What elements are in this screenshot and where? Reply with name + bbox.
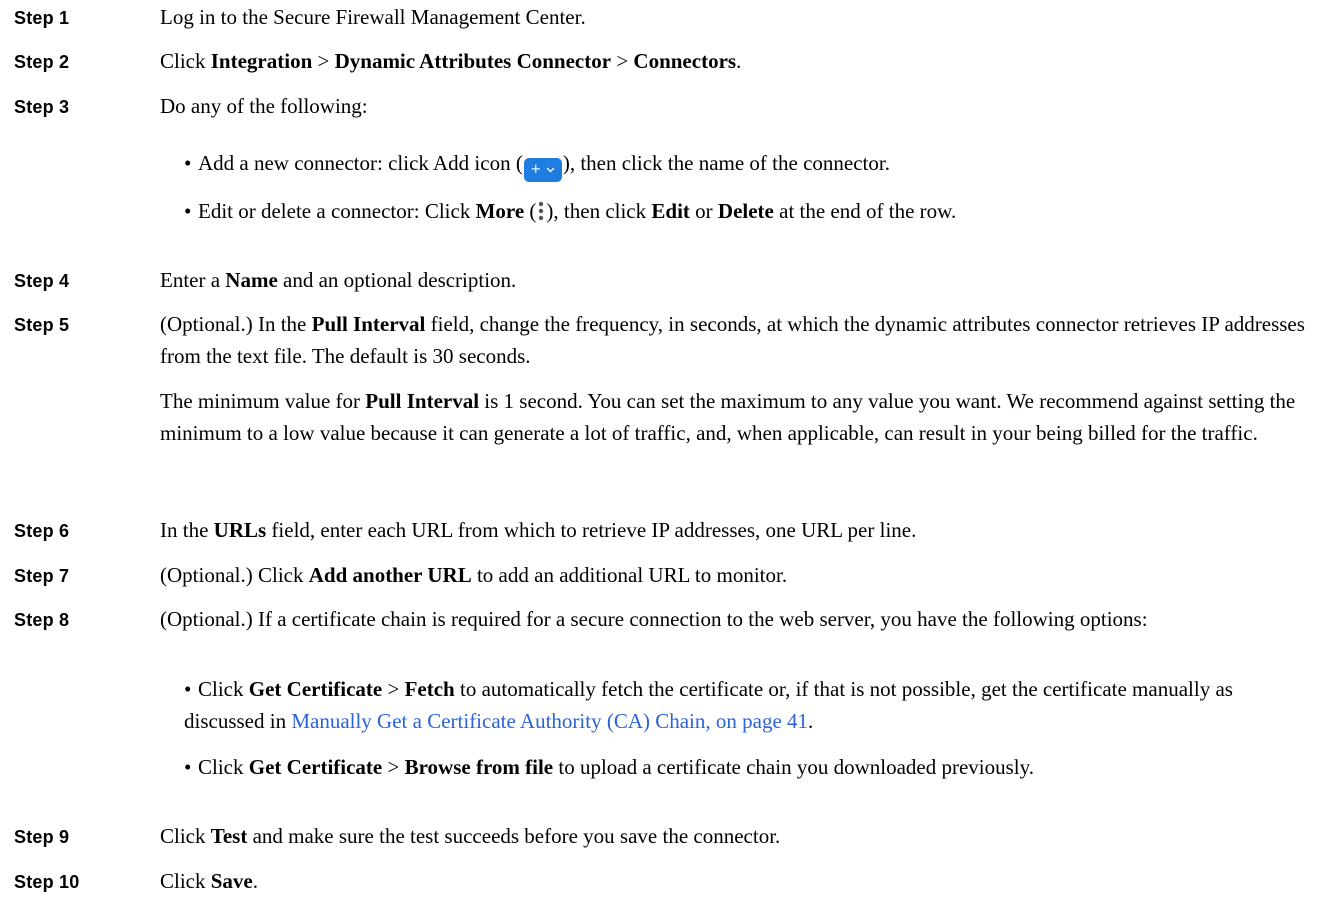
step-5-text: (Optional.) In the Pull Interval field, … [160,312,1305,368]
step-3-text: Do any of the following: [160,94,368,118]
step-9-text: Click Test and make sure the test succee… [160,824,781,848]
procedure-document: Step 1 Log in to the Secure Firewall Man… [0,0,1326,909]
add-dropdown-icon: + [523,157,562,182]
step-1-text: Log in to the Secure Firewall Management… [160,5,586,29]
step-8-bullet-fetch: • Click Get Certificate > Fetch to autom… [184,677,1233,733]
step-9-label: Step 9 [14,827,70,847]
step-6-text: In the URLs field, enter each URL from w… [160,518,917,542]
more-vertical-icon [539,201,544,221]
step-6-label: Step 6 [14,521,70,541]
step-3-label: Step 3 [14,97,70,117]
step-5-label: Step 5 [14,315,70,335]
step-8-text: (Optional.) If a certificate chain is re… [160,607,1148,631]
step-2-text: Click Integration > Dynamic Attributes C… [160,49,742,73]
step-10-label: Step 10 [14,872,80,892]
step-4-text: Enter a Name and an optional description… [160,268,517,292]
step-7-text: (Optional.) Click Add another URL to add… [160,563,788,587]
step-8-bullet-browse: • Click Get Certificate > Browse from fi… [184,755,1035,779]
step-7-label: Step 7 [14,566,70,586]
step-4-label: Step 4 [14,271,70,291]
step-3-bullet-edit: • Edit or delete a connector: Click More… [184,199,957,223]
ca-chain-link[interactable]: Manually Get a Certificate Authority (CA… [291,709,808,733]
step-2-label: Step 2 [14,52,70,72]
step-5-note: The minimum value for Pull Interval is 1… [160,389,1296,445]
step-8-label: Step 8 [14,610,70,630]
step-1-label: Step 1 [14,8,70,28]
step-3-bullet-add: • Add a new connector: click Add icon (+… [184,147,1314,182]
step-10-text: Click Save. [160,869,258,893]
